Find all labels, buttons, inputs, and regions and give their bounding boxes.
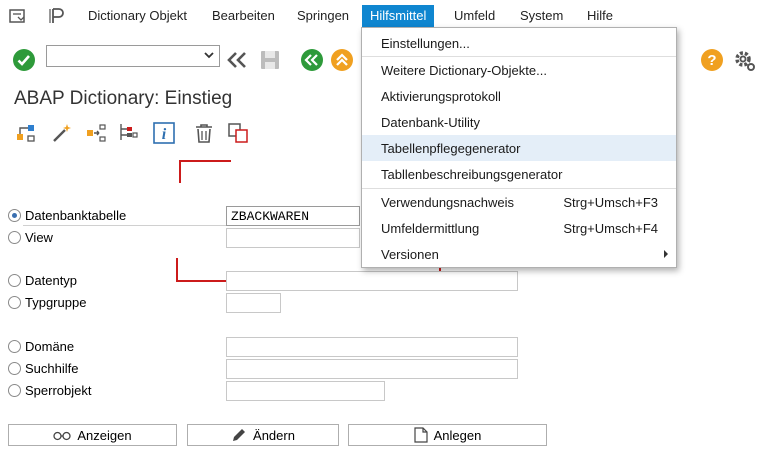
radio-datentyp[interactable] [8,274,21,287]
up-icon[interactable] [330,48,354,72]
anzeigen-button[interactable]: Anzeigen [8,424,177,446]
input-typgruppe[interactable] [226,293,281,313]
menu-item-label: Verwendungsnachweis [381,195,514,210]
menu-item-label: Umfeldermittlung [381,221,480,236]
menu-item-verwendungsnachweis[interactable]: Verwendungsnachweis Strg+Umsch+F3 [362,189,676,215]
label-datentyp: Datentyp [25,273,78,288]
annotation-mark [179,160,231,162]
submenu-arrow-icon [664,250,668,258]
svg-text:i: i [162,126,167,143]
menu-item-label: Aktivierungsprotokoll [381,89,501,104]
back-double-chevron-icon[interactable] [226,50,248,70]
menu-hilfsmittel[interactable]: Hilfsmittel [362,5,435,27]
aendern-label: Ändern [253,427,295,443]
radio-view[interactable] [8,231,21,244]
input-domaene[interactable] [226,337,518,357]
menu-system[interactable]: System [520,8,563,23]
chevron-down-icon[interactable] [203,49,215,61]
input-suchhilfe[interactable] [226,359,518,379]
radio-sperrobjekt[interactable] [8,384,21,397]
menu-item-tabellenpflegegenerator[interactable]: Tabellenpflegegenerator [362,135,676,161]
hierarchy-icon[interactable] [14,121,38,145]
menu-item-tabellenbeschreibungsgenerator[interactable]: Tabllenbeschreibungsgenerator [362,161,676,187]
copy-icon[interactable] [226,121,250,145]
menu-item-umfeldermittlung[interactable]: Umfeldermittlung Strg+Umsch+F4 [362,215,676,241]
check-icon[interactable] [12,48,36,72]
label-suchhilfe: Suchhilfe [25,361,79,376]
menu-item-weitere-dictionary-objekte[interactable]: Weitere Dictionary-Objekte... [362,57,676,83]
annotation-mark [176,280,230,282]
menu-list-icon[interactable] [8,6,28,26]
label-view: View [25,230,53,245]
object-list-icon[interactable] [116,121,140,145]
page-title: ABAP Dictionary: Einstieg [14,88,233,109]
label-datenbanktabelle: Datenbanktabelle [25,208,127,223]
menu-umfeld[interactable]: Umfeld [454,8,495,23]
command-field[interactable] [46,45,220,67]
label-sperrobjekt: Sperrobjekt [25,383,92,398]
hilfsmittel-dropdown: Einstellungen... Weitere Dictionary-Obje… [361,27,677,268]
save-icon[interactable] [258,48,282,72]
menu-item-label: Tabllenbeschreibungsgenerator [381,167,563,182]
pencil-icon [233,429,246,441]
new-document-icon [414,427,428,443]
anzeigen-label: Anzeigen [77,427,132,443]
label-domaene: Domäne [25,339,75,354]
glasses-icon [53,431,72,441]
input-view[interactable] [226,228,360,248]
input-datenbanktabelle[interactable]: ZBACKWAREN [226,206,360,226]
menu-item-label: Tabellenpflegegenerator [381,141,521,156]
info-icon[interactable]: i [152,121,176,145]
where-used-icon[interactable] [84,121,108,145]
settings-gear-icon[interactable] [732,48,756,72]
input-sperrobjekt[interactable] [226,381,385,401]
sap-p-icon[interactable] [48,6,68,26]
anlegen-button[interactable]: Anlegen [348,424,547,446]
anlegen-label: Anlegen [433,427,482,443]
menu-hilfe[interactable]: Hilfe [587,8,613,23]
menu-bearbeiten[interactable]: Bearbeiten [212,8,275,23]
aendern-button[interactable]: Ändern [187,424,339,446]
radio-typgruppe[interactable] [8,296,21,309]
label-typgruppe: Typgruppe [25,295,87,310]
back-icon[interactable] [300,48,324,72]
menu-item-datenbank-utility[interactable]: Datenbank-Utility [362,109,676,135]
radio-suchhilfe[interactable] [8,362,21,375]
annotation-mark [176,258,178,282]
menu-item-shortcut: Strg+Umsch+F3 [563,195,658,210]
label-underline [23,225,228,226]
menu-item-label: Datenbank-Utility [381,115,480,130]
radio-domaene[interactable] [8,340,21,353]
help-icon[interactable]: ? [700,48,724,72]
menu-springen[interactable]: Springen [297,8,349,23]
menu-item-shortcut: Strg+Umsch+F4 [563,221,658,236]
menu-item-aktivierungsprotokoll[interactable]: Aktivierungsprotokoll [362,83,676,109]
magic-wand-icon[interactable] [50,121,74,145]
menu-item-label: Einstellungen... [381,36,470,51]
menu-item-label: Versionen [381,247,439,262]
radio-datenbanktabelle[interactable] [8,209,21,222]
menu-dictionary-objekt[interactable]: Dictionary Objekt [88,8,187,23]
svg-text:?: ? [707,52,716,69]
input-datentyp[interactable] [226,271,518,291]
menu-item-versionen[interactable]: Versionen [362,241,676,267]
menu-item-label: Weitere Dictionary-Objekte... [381,63,547,78]
delete-icon[interactable] [192,121,216,145]
annotation-mark [179,160,181,183]
menu-item-einstellungen[interactable]: Einstellungen... [362,30,676,56]
